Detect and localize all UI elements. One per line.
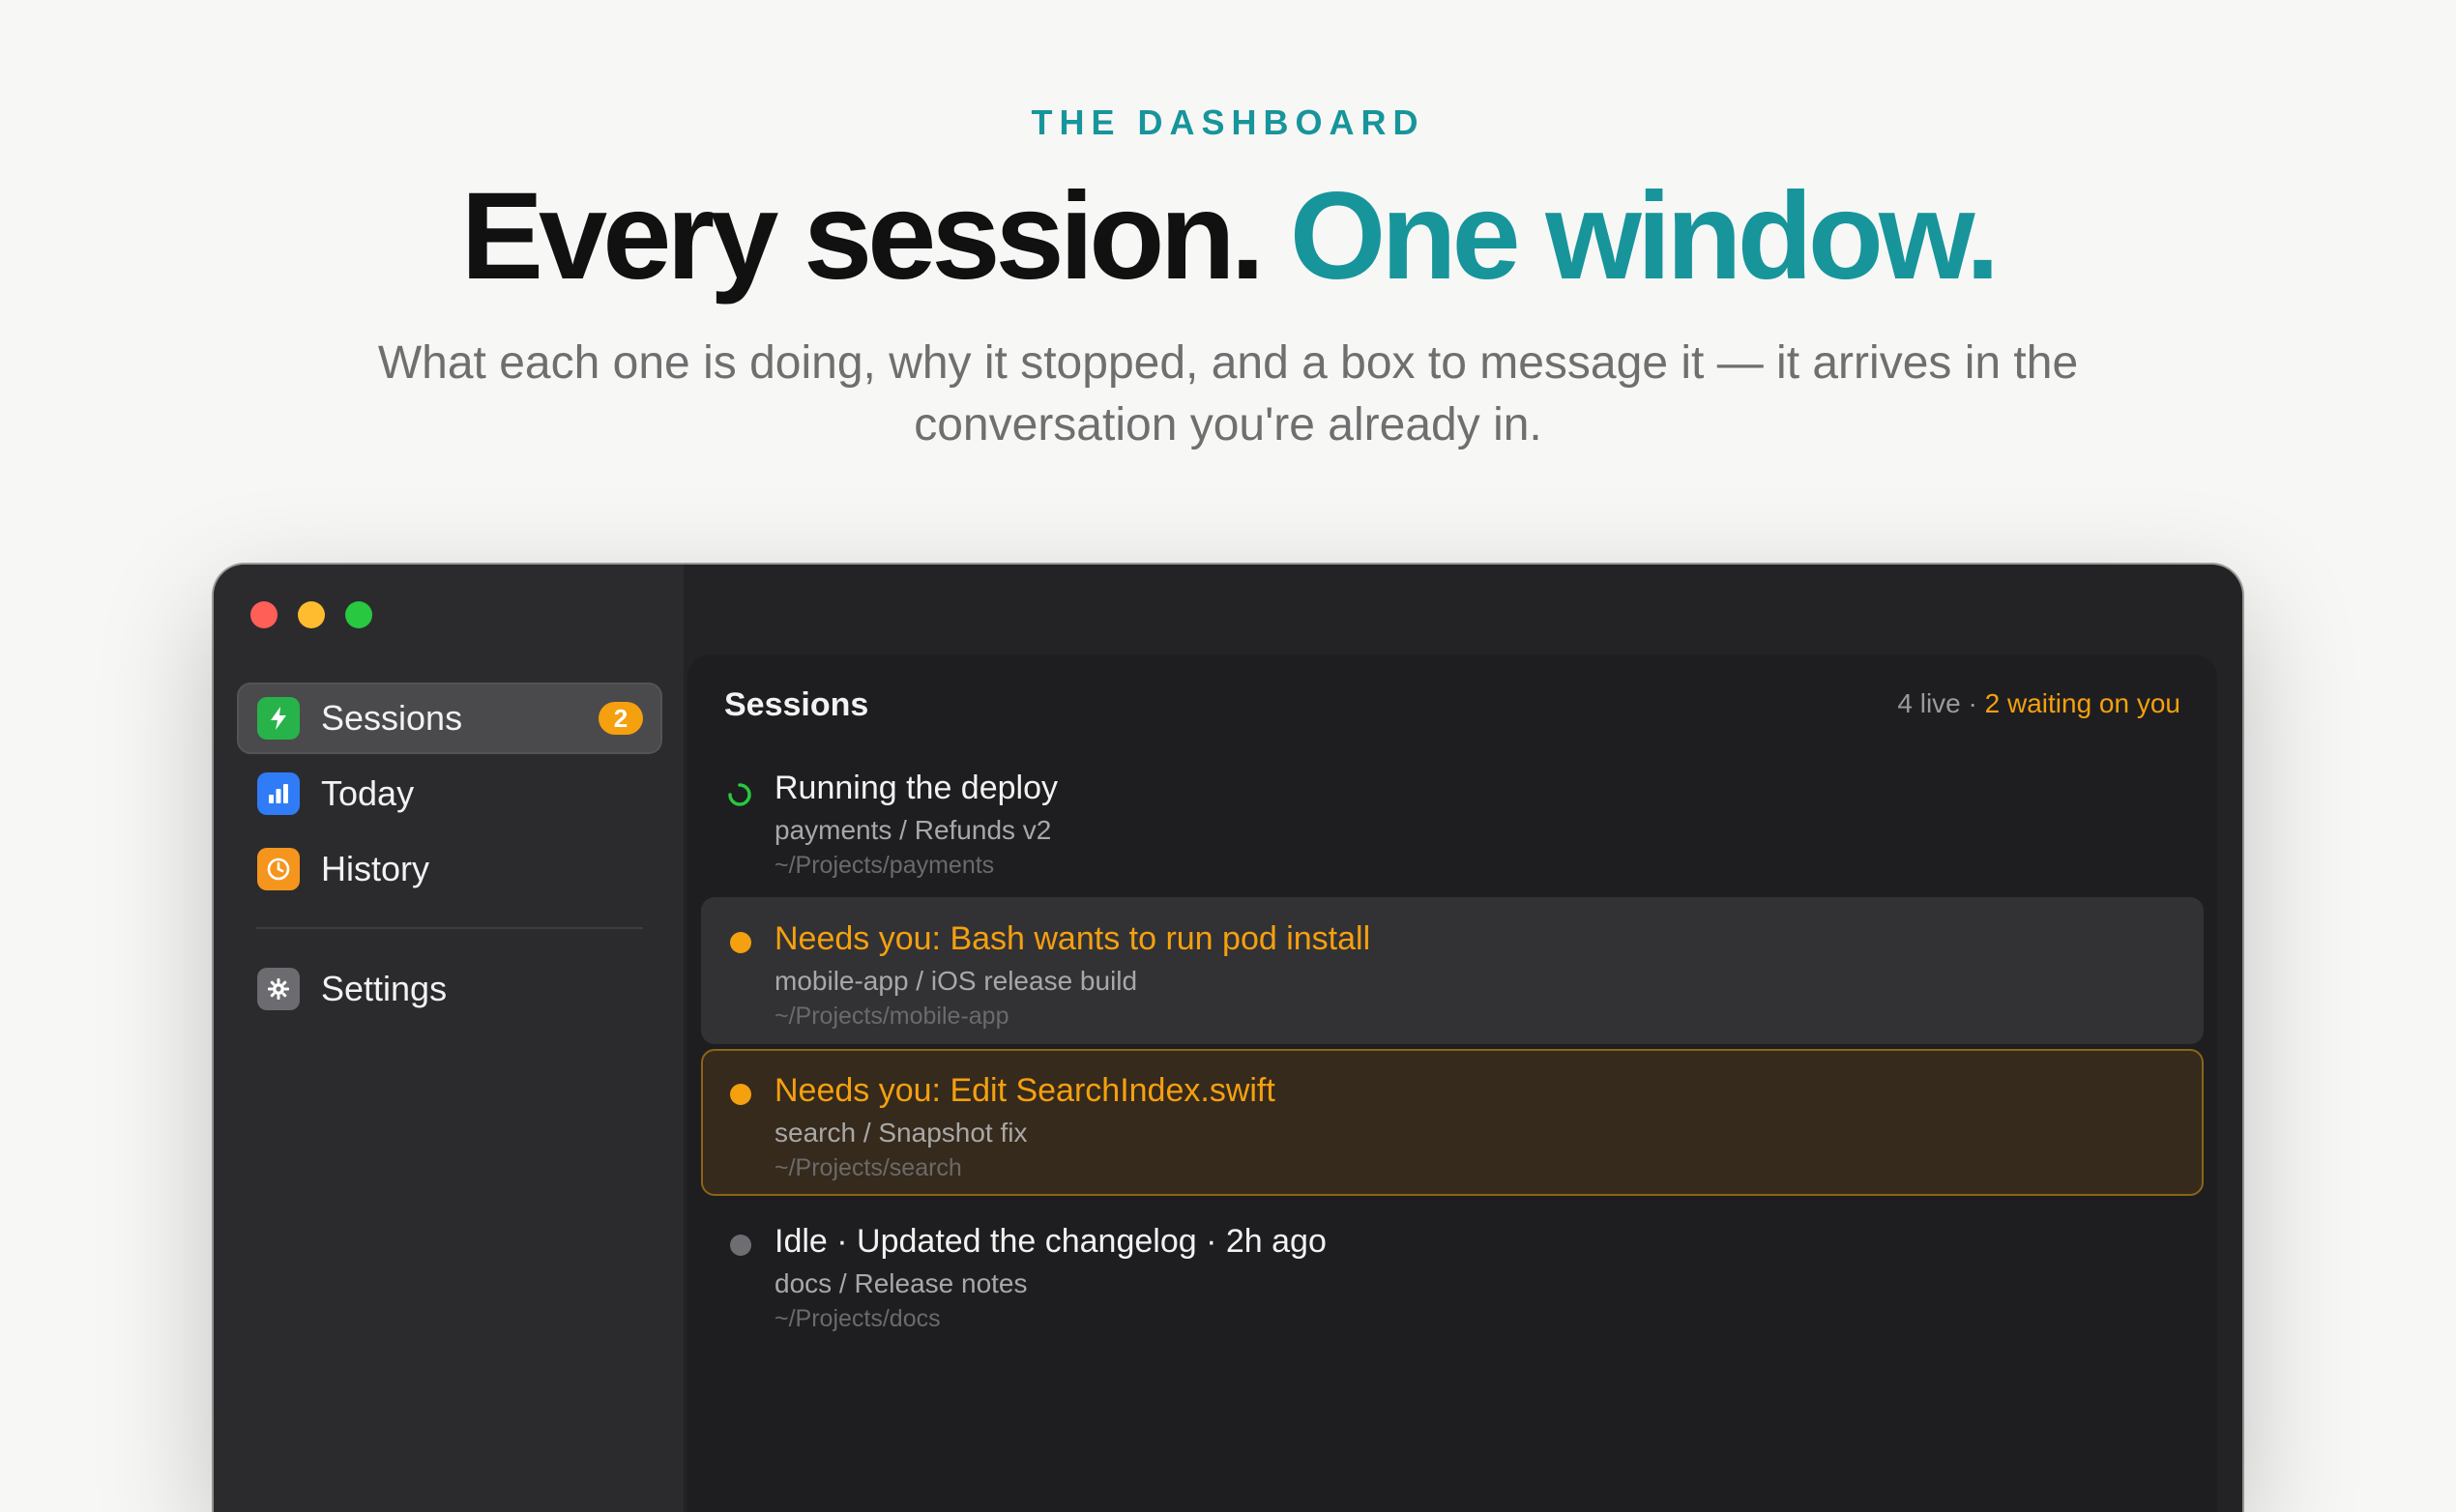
session-subtitle: mobile-app / iOS release build — [775, 966, 1138, 996]
sidebar-item-sessions[interactable]: Sessions 2 — [237, 683, 662, 754]
session-row[interactable]: Idle · Updated the changelog · 2h ago do… — [701, 1200, 2204, 1347]
session-subtitle: payments / Refunds v2 — [775, 815, 1052, 845]
sidebar-item-history[interactable]: History — [237, 833, 662, 905]
clock-icon — [257, 848, 300, 890]
sidebar-item-settings[interactable]: Settings — [237, 953, 662, 1025]
session-row[interactable]: Needs you: Bash wants to run pod install… — [701, 897, 2204, 1044]
waiting-status-dot — [730, 1084, 751, 1105]
panel-title: Sessions — [724, 686, 869, 723]
session-title: Needs you: Edit SearchIndex.swift — [775, 1072, 1275, 1109]
session-title: Needs you: Bash wants to run pod install — [775, 920, 1371, 957]
session-path: ~/Projects/search — [775, 1154, 962, 1181]
bolt-icon — [257, 697, 300, 740]
headline: Every session. One window. — [0, 164, 2456, 309]
gear-icon — [257, 968, 300, 1010]
sidebar-item-label: Settings — [321, 969, 448, 1008]
zoom-window-button[interactable] — [345, 601, 372, 628]
live-count: 4 live — [1897, 688, 1961, 718]
session-path: ~/Projects/mobile-app — [775, 1003, 1009, 1030]
subheadline: What each one is doing, why it stopped, … — [377, 337, 2079, 451]
bar-chart-icon — [257, 772, 300, 815]
minimize-window-button[interactable] — [298, 601, 325, 628]
session-path: ~/Projects/docs — [775, 1305, 941, 1332]
sidebar-divider — [256, 927, 643, 929]
spinner-icon — [728, 783, 751, 806]
sessions-panel: Sessions 4 live · 2 waiting on you Runni… — [687, 655, 2217, 1512]
session-row[interactable]: Needs you: Edit SearchIndex.swift search… — [701, 1049, 2204, 1196]
session-title: Idle · Updated the changelog · 2h ago — [775, 1223, 1327, 1260]
close-window-button[interactable] — [250, 601, 278, 628]
sidebar-item-label: History — [321, 849, 430, 888]
sessions-count-badge: 2 — [599, 702, 643, 735]
sidebar: Sessions 2 Today History Settings — [214, 565, 684, 1512]
headline-main: Every session. — [460, 167, 1266, 305]
session-row[interactable]: Running the deploy payments / Refunds v2… — [701, 746, 2204, 893]
eyebrow-label: THE DASHBOARD — [1031, 102, 1425, 142]
session-path: ~/Projects/payments — [775, 852, 995, 879]
session-title: Running the deploy — [775, 770, 1059, 806]
idle-status-dot — [730, 1235, 751, 1256]
sidebar-item-label: Sessions — [321, 698, 463, 738]
session-subtitle: docs / Release notes — [775, 1268, 1028, 1298]
session-subtitle: search / Snapshot fix — [775, 1118, 1028, 1148]
app-window: Sessions 2 Today History Settings Sessio… — [214, 565, 2242, 1512]
sidebar-item-label: Today — [321, 773, 415, 813]
headline-accent: One window. — [1289, 167, 2001, 305]
waiting-count: 2 waiting on you — [1984, 688, 2180, 718]
sidebar-item-today[interactable]: Today — [237, 758, 662, 829]
waiting-status-dot — [730, 932, 751, 953]
session-summary: 4 live · 2 waiting on you — [1897, 688, 2180, 719]
summary-separator: · — [1960, 688, 1985, 718]
